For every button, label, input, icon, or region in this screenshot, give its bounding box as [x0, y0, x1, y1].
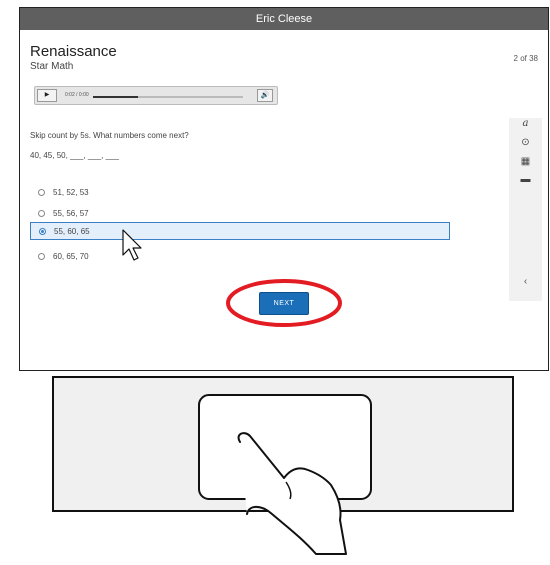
window-titlebar: Eric Cleese: [20, 8, 548, 30]
chevron-left-icon[interactable]: ‹: [509, 276, 542, 287]
question-sequence: 40, 45, 50, ___, ___, ___: [30, 151, 119, 160]
answer-choice[interactable]: 55, 60, 65: [30, 222, 450, 240]
brand-name: Renaissance: [30, 43, 117, 60]
calculator-icon[interactable]: ▦: [509, 156, 542, 167]
tools-sidebar: a ⊙ ▦ ▬ ‹: [509, 118, 542, 301]
radio-button[interactable]: [38, 209, 45, 217]
radio-button[interactable]: [38, 188, 45, 196]
answer-choice[interactable]: 60, 65, 70: [30, 247, 450, 265]
answer-choice-label: 55, 56, 57: [53, 208, 89, 218]
audio-player: ▶ 0:02 / 0:00 🔊: [34, 86, 278, 105]
answer-choice[interactable]: 51, 52, 53: [30, 183, 450, 201]
hand-icon: [237, 432, 347, 555]
question-prompt: Skip count by 5s. What numbers come next…: [30, 131, 189, 140]
answer-choice[interactable]: 55, 56, 57: [30, 204, 450, 222]
answer-choice-label: 60, 65, 70: [53, 251, 89, 261]
play-icon[interactable]: ▶: [37, 89, 57, 102]
speaker-icon[interactable]: 🔊: [257, 89, 273, 102]
app-screen: Eric Cleese Renaissance Star Math 2 of 3…: [19, 7, 549, 371]
radio-button[interactable]: [39, 227, 46, 235]
next-button[interactable]: NEXT: [259, 292, 309, 315]
radio-button[interactable]: [38, 252, 45, 260]
audio-progress-fill: [93, 96, 138, 98]
laptop-deck: [52, 376, 514, 555]
text-size-icon[interactable]: a: [509, 118, 542, 129]
accessibility-icon[interactable]: ⊙: [509, 137, 542, 148]
hand-outline: [237, 432, 347, 555]
line-reader-icon[interactable]: ▬: [509, 174, 542, 185]
answer-choice-label: 51, 52, 53: [53, 187, 89, 197]
audio-time: 0:02 / 0:00: [65, 92, 89, 98]
brand: Renaissance Star Math: [30, 43, 117, 73]
question-counter: 2 of 38: [513, 54, 538, 63]
answer-choice-label: 55, 60, 65: [54, 226, 90, 236]
product-name: Star Math: [30, 61, 74, 72]
audio-progress-track[interactable]: [93, 96, 243, 98]
